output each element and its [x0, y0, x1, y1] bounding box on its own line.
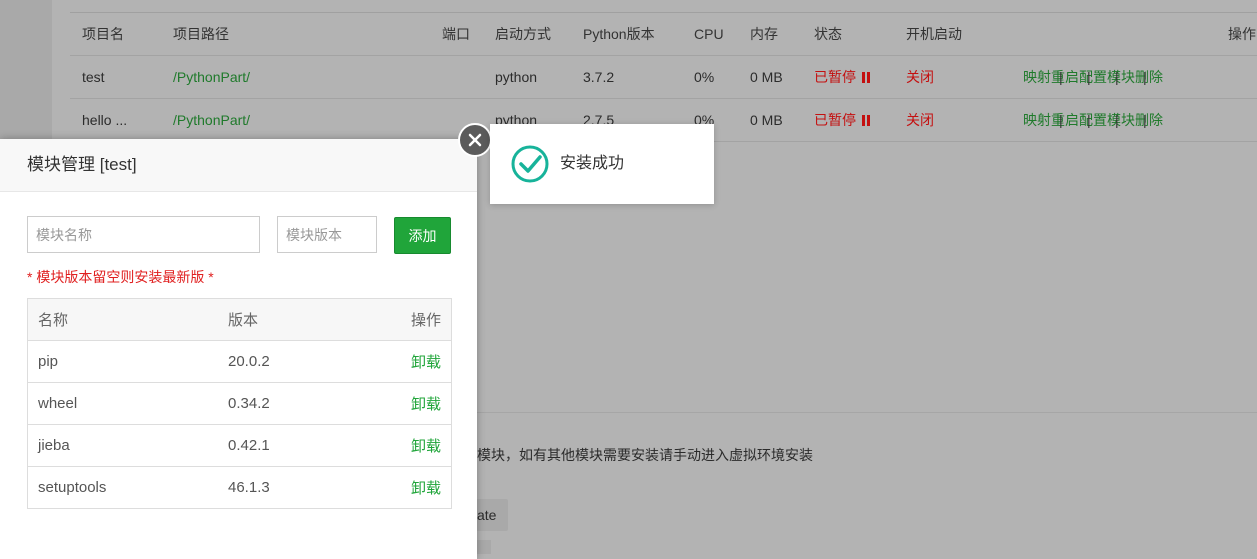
background-settings-area: 模块，如有其他模块需要安装请手动进入虚拟环境安装 ate	[477, 412, 1257, 554]
project-table: 项目名 项目路径 端口 启动方式 Python版本 CPU 内存 状态 开机启动…	[70, 12, 1257, 142]
module-name: jieba	[27, 424, 218, 467]
uninstall-link[interactable]: 卸载	[346, 424, 452, 467]
col-header-cpu: CPU	[694, 26, 724, 42]
status-text: 已暂停	[814, 112, 856, 128]
uninstall-link[interactable]: 卸载	[346, 340, 452, 383]
module-version: 20.0.2	[218, 340, 347, 383]
col-header-mem: 内存	[750, 26, 778, 42]
col-header-status: 状态	[814, 26, 842, 42]
boot-toggle[interactable]: 关闭	[906, 56, 934, 98]
background-button[interactable]: ate	[477, 499, 508, 531]
modal-title: 模块管理 [test]	[0, 139, 477, 192]
op-restart-link[interactable]: 重启	[1051, 112, 1079, 128]
project-table-header: 项目名 项目路径 端口 启动方式 Python版本 CPU 内存 状态 开机启动…	[70, 13, 1257, 56]
module-name-input[interactable]	[27, 216, 260, 253]
project-path-link[interactable]: /PythonPart/	[173, 56, 250, 98]
module-version: 0.34.2	[218, 382, 347, 425]
col-header-name: 项目名	[82, 26, 124, 42]
boot-toggle[interactable]: 关闭	[906, 99, 934, 141]
module-name: pip	[27, 340, 218, 383]
op-delete-link[interactable]: 删除	[1135, 69, 1163, 85]
project-name: test	[82, 69, 105, 85]
status-badge[interactable]: 已暂停	[814, 99, 870, 141]
table-row: wheel 0.34.2 卸载	[27, 382, 452, 425]
module-note: 模块，如有其他模块需要安装请手动进入虚拟环境安装	[477, 447, 813, 463]
close-button[interactable]	[458, 123, 492, 157]
op-delete-link[interactable]: 删除	[1135, 112, 1163, 128]
close-icon	[468, 133, 482, 147]
col-header-port: 端口	[442, 26, 470, 42]
col-header-version: 版本	[218, 298, 347, 341]
project-start: python	[495, 69, 538, 85]
project-version: 3.7.2	[583, 69, 615, 85]
module-table-header: 名称 版本 操作	[27, 298, 452, 341]
table-row: jieba 0.42.1 卸载	[27, 424, 452, 467]
success-toast: 安装成功	[490, 124, 714, 204]
check-circle-icon	[511, 145, 549, 183]
op-module-link[interactable]: 模块	[1107, 112, 1135, 128]
pause-icon	[866, 72, 870, 83]
col-header-ops: 操作	[1228, 26, 1256, 42]
op-module-link[interactable]: 模块	[1107, 69, 1135, 85]
col-header-path: 项目路径	[173, 26, 229, 42]
project-mem: 0 MB	[750, 69, 783, 85]
table-row: test /PythonPart/ python 3.7.2 0% 0 MB 已…	[70, 56, 1257, 99]
pause-icon	[861, 115, 865, 126]
col-header-version: Python版本	[583, 26, 655, 42]
module-table: 名称 版本 操作 pip 20.0.2 卸载 wheel 0.34.2 卸载 j…	[27, 298, 452, 509]
pause-icon	[866, 115, 870, 126]
status-text: 已暂停	[814, 69, 856, 85]
project-mem: 0 MB	[750, 112, 783, 128]
row-ops: 映射 | 重启 | 配置 | 模块 | 删除	[1023, 112, 1163, 128]
toast-message: 安装成功	[560, 155, 625, 172]
row-ops: 映射 | 重启 | 配置 | 模块 | 删除	[1023, 69, 1163, 85]
module-version: 0.42.1	[218, 424, 347, 467]
table-row: pip 20.0.2 卸载	[27, 340, 452, 383]
table-row: setuptools 46.1.3 卸载	[27, 466, 452, 509]
module-name: wheel	[27, 382, 218, 425]
status-badge[interactable]: 已暂停	[814, 56, 870, 98]
op-config-link[interactable]: 配置	[1079, 69, 1107, 85]
uninstall-link[interactable]: 卸载	[346, 382, 452, 425]
add-button[interactable]: 添加	[394, 217, 451, 254]
background-button[interactable]	[477, 540, 491, 554]
col-header-ops: 操作	[346, 298, 452, 341]
op-map-link[interactable]: 映射	[1023, 112, 1051, 128]
background-button-label: ate	[477, 507, 497, 523]
col-header-start: 启动方式	[495, 26, 551, 42]
module-manager-modal: 模块管理 [test] 添加 * 模块版本留空则安装最新版 * 名称 版本 操作…	[0, 123, 492, 559]
op-map-link[interactable]: 映射	[1023, 69, 1051, 85]
module-name: setuptools	[27, 466, 218, 509]
project-name: hello ...	[82, 112, 128, 128]
project-path-link[interactable]: /PythonPart/	[173, 99, 250, 141]
module-version-input[interactable]	[277, 216, 377, 253]
op-config-link[interactable]: 配置	[1079, 112, 1107, 128]
uninstall-link[interactable]: 卸载	[346, 466, 452, 509]
col-header-name: 名称	[27, 298, 218, 341]
project-cpu: 0%	[694, 69, 715, 85]
module-version: 46.1.3	[218, 466, 347, 509]
pause-icon	[861, 72, 865, 83]
op-restart-link[interactable]: 重启	[1051, 69, 1079, 85]
col-header-boot: 开机启动	[906, 26, 962, 42]
version-hint: * 模块版本留空则安装最新版 *	[27, 269, 214, 285]
